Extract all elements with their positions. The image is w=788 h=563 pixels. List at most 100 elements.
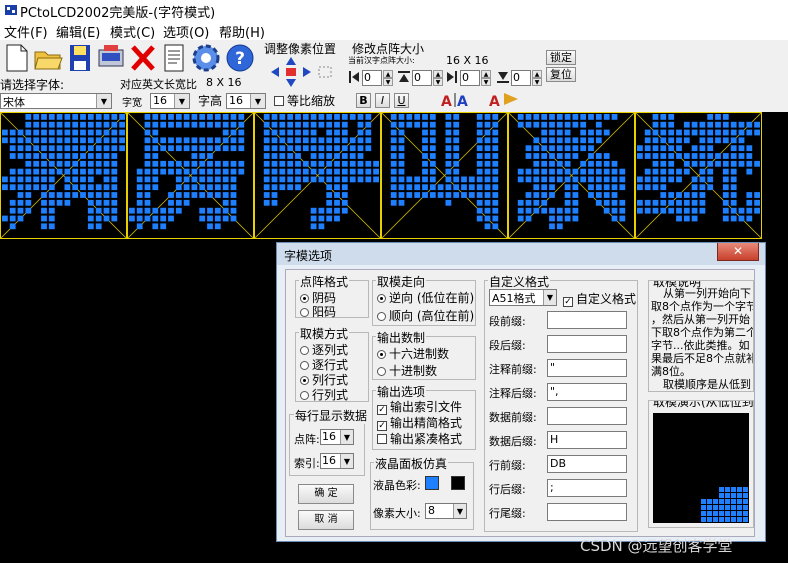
proportional-label: 等比缩放 [287, 94, 336, 108]
lcd-dot [588, 168, 594, 175]
output-compact-checkbox[interactable]: ✓ 输出精简格式 [377, 414, 462, 431]
format-select[interactable]: A51格式 ▼ [489, 289, 557, 306]
lcd-dot [564, 114, 571, 120]
output-dense-checkbox[interactable]: 输出紧凑格式 [377, 430, 462, 447]
open-folder-icon[interactable] [32, 42, 64, 74]
field-input[interactable]: DB [547, 455, 627, 473]
field-input[interactable] [547, 311, 627, 329]
radio-decimal[interactable]: 十进制数 [377, 362, 437, 379]
document-icon[interactable] [160, 42, 188, 74]
spin-down-icon[interactable]: ▼ [383, 78, 393, 86]
field-input[interactable] [547, 407, 627, 425]
menu-file[interactable]: 文件(F) [4, 22, 48, 41]
radio-reverse-label: 逆向 (低位在前) [389, 291, 475, 305]
lcd-dot [56, 168, 63, 175]
move-down-icon[interactable] [284, 78, 298, 88]
lcd-dot [691, 215, 698, 222]
field-input[interactable]: ", [547, 383, 627, 401]
move-up-icon[interactable] [284, 56, 298, 66]
proportional-checkbox[interactable]: 等比缩放 [274, 92, 335, 109]
settings-gear-icon[interactable] [190, 42, 222, 74]
radio-hex[interactable]: 十六进制数 [377, 345, 449, 362]
restore-size-button[interactable]: 复位 [546, 67, 576, 82]
spin-left-input[interactable]: 0 [362, 70, 382, 86]
custom-format-checkbox[interactable]: ✓ 自定义格式 [563, 290, 637, 307]
help-icon[interactable]: ? [224, 42, 256, 74]
spin-down-icon[interactable]: ▼ [433, 78, 443, 86]
close-icon[interactable]: ✕ [717, 243, 759, 261]
field-input[interactable] [547, 335, 627, 353]
spin-up-icon[interactable]: ▲ [481, 70, 491, 78]
lcd-dot [41, 199, 47, 206]
lcd-dot [144, 168, 151, 175]
lcd-background-color[interactable] [451, 476, 465, 490]
spin-up-icon[interactable]: ▲ [383, 70, 393, 78]
mirror-horizontal-icon[interactable]: AA [438, 91, 474, 109]
move-left-icon[interactable] [270, 66, 284, 78]
radio-row-column[interactable]: 行列式 [300, 386, 348, 403]
delete-icon[interactable] [128, 42, 158, 74]
output-index-checkbox[interactable]: ✓ 输出索引文件 [377, 398, 462, 415]
lcd-dot [111, 184, 118, 191]
field-input[interactable]: H [547, 431, 627, 449]
spin-down-icon[interactable]: ▼ [532, 78, 542, 86]
field-input[interactable] [547, 503, 627, 521]
save-icon[interactable] [66, 42, 94, 74]
lcd-dot [484, 223, 491, 230]
lcd-dot [214, 137, 221, 144]
mirror-vertical-icon[interactable]: A [486, 91, 522, 109]
field-input[interactable]: ; [547, 479, 627, 497]
italic-button[interactable]: I [375, 93, 390, 108]
field-input[interactable]: " [547, 359, 627, 377]
lcd-dot [453, 160, 460, 167]
shrink-bottom-icon[interactable] [496, 70, 510, 84]
ascii-size-label: 对应英文长宽比 [120, 78, 197, 91]
width-select[interactable]: 16 ▼ [150, 93, 190, 109]
spin-bottom-input[interactable]: 0 [511, 70, 531, 86]
menu-options[interactable]: 选项(O) [163, 22, 209, 41]
height-select[interactable]: 16 ▼ [226, 93, 266, 109]
radio-reverse[interactable]: 逆向 (低位在前) [377, 289, 474, 306]
lcd-dot [422, 114, 428, 120]
lcd-dot [660, 153, 667, 159]
underline-button[interactable]: U [394, 93, 409, 108]
move-right-icon[interactable] [298, 66, 312, 78]
lcd-dot [111, 160, 118, 167]
lcd-dot [699, 137, 706, 144]
cancel-button[interactable]: 取 消 [298, 510, 354, 530]
spin-top-input[interactable]: 0 [412, 70, 432, 86]
shrink-top-icon[interactable] [397, 70, 411, 84]
lcd-dot [279, 145, 286, 152]
menu-mode[interactable]: 模式(C) [110, 22, 155, 41]
index-count-select[interactable]: 16 ▼ [320, 453, 354, 469]
lcd-dot [326, 114, 333, 120]
lock-size-button[interactable]: 锁定 [546, 50, 576, 65]
spin-down-icon[interactable]: ▼ [481, 78, 491, 86]
radio-positive[interactable]: 阳码 [300, 303, 336, 320]
lcd-dot [707, 129, 714, 136]
shrink-left-icon[interactable] [348, 70, 360, 84]
frame-icon[interactable] [318, 66, 332, 78]
generate-icon[interactable] [96, 42, 126, 74]
lcd-color-label: 液晶色彩: [373, 479, 421, 492]
shrink-right-icon[interactable] [446, 70, 458, 84]
spin-up-icon[interactable]: ▲ [433, 70, 443, 78]
font-select[interactable]: 宋体 ▼ [0, 93, 112, 109]
menu-help[interactable]: 帮助(H) [219, 22, 265, 41]
dot-count-select[interactable]: 16 ▼ [320, 429, 354, 445]
lcd-dot [422, 176, 428, 183]
lcd-foreground-color[interactable] [425, 476, 439, 490]
lcd-dot [341, 207, 348, 214]
menu-edit[interactable]: 编辑(E) [56, 22, 100, 41]
lcd-dot [484, 176, 491, 183]
new-file-icon[interactable] [2, 42, 32, 74]
lcd-dot [476, 145, 483, 152]
lcd-dot [103, 137, 110, 144]
spin-up-icon[interactable]: ▲ [532, 70, 542, 78]
spin-right-input[interactable]: 0 [460, 70, 480, 86]
center-icon[interactable] [285, 67, 297, 77]
ok-button[interactable]: 确 定 [298, 484, 354, 504]
bold-button[interactable]: B [356, 93, 371, 108]
pixel-size-select[interactable]: 8 ▼ [425, 503, 467, 519]
radio-forward[interactable]: 顺向 (高位在前) [377, 307, 474, 324]
